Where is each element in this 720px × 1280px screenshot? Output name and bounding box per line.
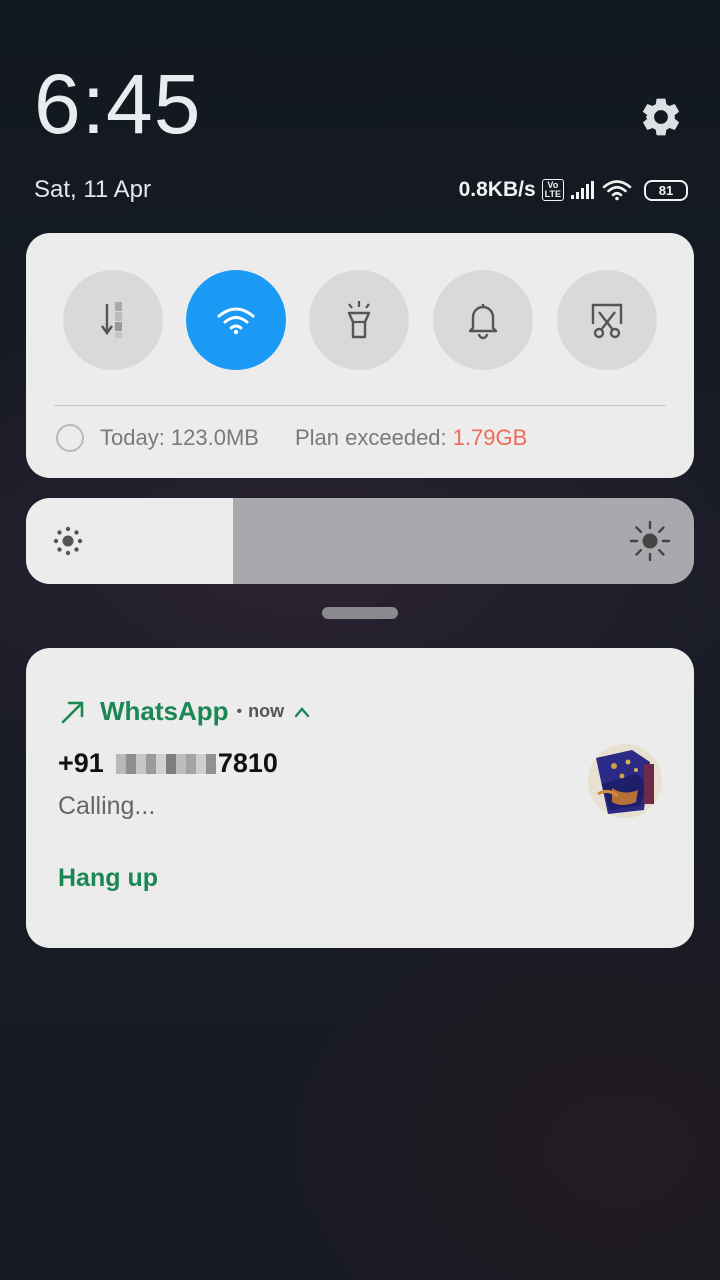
app-name: WhatsApp <box>100 696 229 726</box>
tile-flashlight[interactable] <box>309 270 409 370</box>
clock: 6:45 <box>34 57 202 151</box>
chevron-up-icon[interactable] <box>294 706 310 718</box>
settings-gear-icon[interactable] <box>638 94 684 140</box>
scissors-screenshot-icon <box>591 303 623 339</box>
caller-number: +91 7810 <box>58 748 278 779</box>
battery-icon: 81 <box>644 179 688 201</box>
tile-wifi[interactable] <box>186 270 286 370</box>
network-speed: 0.8KB/s <box>458 178 536 201</box>
notification-header: WhatsApp • now <box>60 696 310 727</box>
panel-handle[interactable] <box>322 607 398 619</box>
call-status: Calling... <box>58 792 156 820</box>
outgoing-call-arrow-icon <box>61 701 84 723</box>
plan-exceeded-value: 1.79GB <box>452 425 528 450</box>
wifi-icon <box>217 307 255 335</box>
tile-notification-bell[interactable] <box>433 270 533 370</box>
today-usage: Today: 123.0MB <box>100 425 259 450</box>
mobile-data-icon <box>101 302 122 338</box>
flashlight-icon <box>347 301 371 339</box>
plan-label: Plan exceeded: <box>294 425 447 450</box>
caller-suffix: 7810 <box>217 748 278 778</box>
notification-time: now <box>248 701 285 721</box>
bell-icon <box>468 304 498 340</box>
status-icons: 0.8KB/s Vo LTE 81 <box>459 176 688 204</box>
volte-icon: Vo LTE <box>541 179 564 201</box>
contact-avatar <box>588 744 662 818</box>
whatsapp-notification[interactable]: WhatsApp • now +91 7810 Calling... Hang … <box>26 648 694 948</box>
caller-prefix: +91 <box>58 748 104 778</box>
tile-mobile-data[interactable] <box>63 270 163 370</box>
data-usage-row[interactable]: Today: 123.0MB Plan exceeded: 1.79GB <box>56 424 527 452</box>
volte-bottom: LTE <box>544 189 561 199</box>
quick-settings-panel: Today: 123.0MB Plan exceeded: 1.79GB <box>26 233 694 478</box>
signal-icon <box>571 181 594 199</box>
tile-screenshot[interactable] <box>557 270 657 370</box>
divider <box>54 405 666 406</box>
separator-dot: • <box>236 702 243 720</box>
wifi-icon <box>602 180 632 201</box>
brightness-low-icon <box>53 526 83 556</box>
data-usage-ring-icon <box>56 424 84 452</box>
hang-up-button[interactable]: Hang up <box>58 864 158 893</box>
brightness-high-icon <box>629 520 671 562</box>
redacted-digits <box>115 753 216 774</box>
brightness-slider[interactable] <box>26 498 694 584</box>
date: Sat, 11 Apr <box>34 176 151 203</box>
